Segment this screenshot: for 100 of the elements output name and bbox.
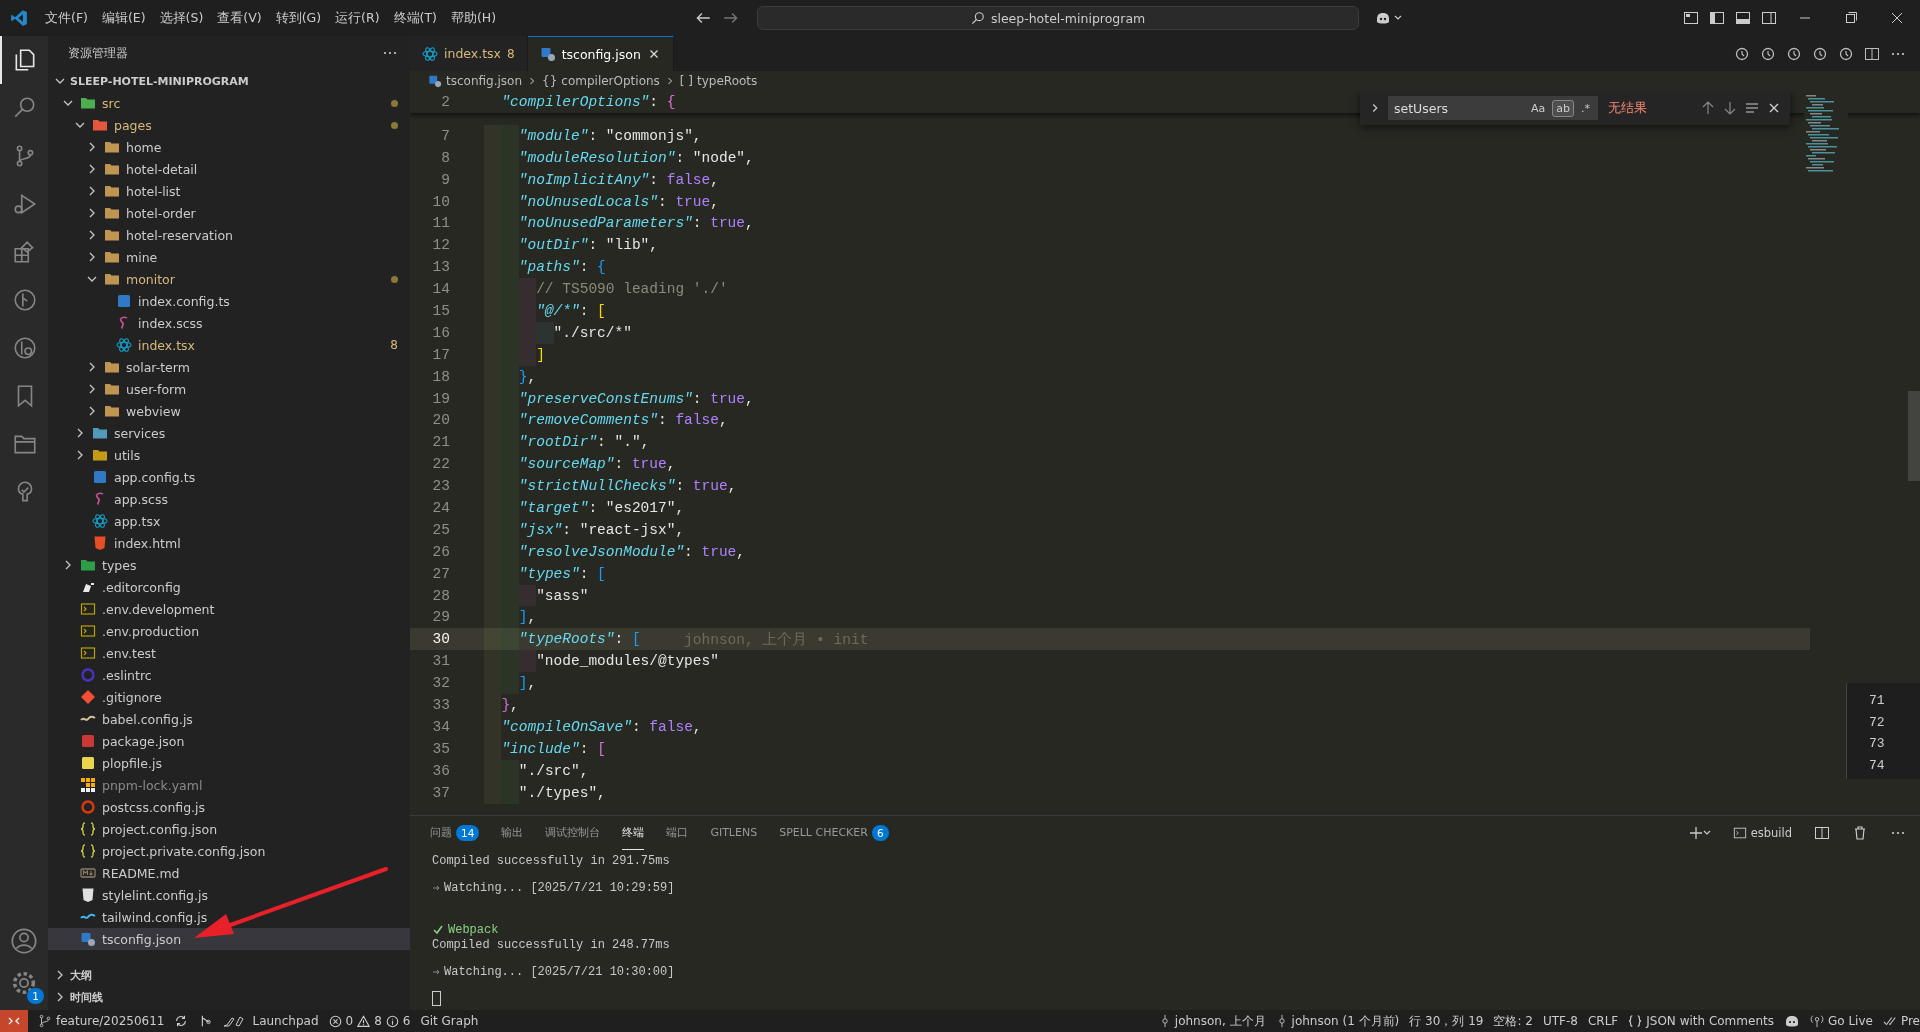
tree-item[interactable]: services [48,422,410,444]
section-header[interactable]: 时间线 [48,986,410,1008]
menu-item[interactable]: 运行(R) [328,9,387,27]
copilot-icon[interactable] [1783,1014,1800,1028]
git-graph-status[interactable]: Git Graph [420,1014,479,1028]
tree-item[interactable]: types [48,554,410,576]
problems-status[interactable]: 0 8 6 [328,1014,411,1028]
editor-tab[interactable]: tsconfig.json [527,36,674,71]
tree-item[interactable]: package.json [48,730,410,752]
language-mode[interactable]: JSON with Comments [1628,1014,1774,1028]
arrow-up-icon[interactable] [1700,100,1716,116]
tree-item[interactable]: .gitignore [48,686,410,708]
split-editor-icon[interactable] [1864,45,1880,62]
tree-item[interactable]: project.private.config.json [48,840,410,862]
tree-item[interactable]: .env.development [48,598,410,620]
find-option-toggle[interactable]: ab [1552,99,1574,117]
tree-item[interactable]: project.config.json [48,818,410,840]
tree-item[interactable]: .editorconfig [48,576,410,598]
code-line: "./src", [484,759,589,782]
line-ending-status[interactable]: CRLF [1587,1014,1619,1028]
menu-item[interactable]: 查看(V) [210,9,269,27]
panel-tab[interactable]: 输出 [501,816,524,850]
tree-item[interactable]: index.tsx 8 [48,334,410,356]
tree-item[interactable]: mine [48,246,410,268]
trash-icon[interactable] [1852,825,1868,841]
author-status[interactable]: johnson (1 个月前) [1275,1012,1400,1030]
tree-item[interactable]: src [48,92,410,114]
section-header[interactable]: 大纲 [48,964,410,986]
tree-item[interactable]: pages [48,114,410,136]
prettier-status[interactable]: Pre [1882,1014,1920,1028]
tree-item[interactable]: pnpm-lock.yaml [48,774,410,796]
arrow-down-icon[interactable] [1722,100,1738,116]
split-terminal-icon[interactable] [1814,825,1830,841]
panel-tab[interactable]: 端口 [666,816,689,850]
history-icon[interactable] [1734,45,1750,62]
tree-item[interactable]: tsconfig.json [48,928,410,950]
breadcrumb[interactable]: tsconfig.json [446,74,523,88]
tree-item[interactable]: solar-term [48,356,410,378]
menu-item[interactable]: 终端(T) [386,9,444,27]
panel-tab[interactable]: 调试控制台 [545,816,601,850]
find-input[interactable]: setUsers Aa ab .* [1388,96,1598,120]
tree-item[interactable]: webview [48,400,410,422]
cursor-position[interactable]: 行 30，列 19 [1409,1012,1484,1030]
tree-item[interactable]: user-form [48,378,410,400]
sync-icon[interactable] [174,1014,189,1028]
menu-item[interactable]: 帮助(H) [443,9,504,27]
tree-item[interactable]: home [48,136,410,158]
panel-tab[interactable]: 终端 [622,816,645,850]
launchpad-status[interactable]: Launchpad [222,1014,319,1028]
menu-item[interactable]: 编辑(E) [94,9,153,27]
line-number: 2 [440,93,450,110]
sidebar-toggle-icon[interactable] [1709,10,1725,26]
find-option-toggle[interactable]: .* [1577,99,1594,117]
tree-item[interactable]: postcss.config.js [48,796,410,818]
tree-item[interactable]: stylelint.config.js [48,884,410,906]
breadcrumb[interactable]: typeRoots [697,74,758,88]
tree-item[interactable]: .env.production [48,620,410,642]
breadcrumb[interactable]: compilerOptions [561,74,660,88]
tree-item[interactable]: index.html [48,532,410,554]
editor-tab[interactable]: index.tsx 8 [410,36,528,71]
tree-item[interactable]: hotel-order [48,202,410,224]
tree-item[interactable]: .eslintrc [48,664,410,686]
tree-item[interactable]: monitor [48,268,410,290]
scrollbar-thumb[interactable] [1908,391,1920,481]
secondary-sidebar-icon[interactable] [1761,10,1777,26]
tree-item[interactable]: tailwind.config.js [48,906,410,928]
panel-tab[interactable]: SPELL CHECKER 6 [779,816,889,850]
menu-item[interactable]: 文件(F) [38,9,95,27]
tree-item[interactable]: babel.config.js [48,708,410,730]
tree-item[interactable]: hotel-list [48,180,410,202]
tree-item[interactable]: hotel-reservation [48,224,410,246]
new-terminal-icon[interactable] [1688,825,1711,841]
panel-tab[interactable]: GITLENS [710,816,758,850]
tree-item[interactable]: README.md [48,862,410,884]
tree-item[interactable]: utils [48,444,410,466]
command-center-search[interactable]: sleep-hotel-miniprogram [757,6,1360,30]
tree-item[interactable]: hotel-detail [48,158,410,180]
workspace-folder-header[interactable]: SLEEP-HOTEL-MINIPROGRAM [48,70,410,92]
app-logo-icon [10,9,28,27]
tree-item[interactable]: plopfile.js [48,752,410,774]
go-live-button[interactable]: Go Live [1809,1014,1873,1028]
terminal-selector[interactable]: esbuild [1732,826,1792,840]
branch-status[interactable]: feature/20250611 [38,1014,165,1028]
find-option-toggle[interactable]: Aa [1527,99,1550,117]
tree-item[interactable]: app.config.ts [48,466,410,488]
tree-item[interactable]: app.scss [48,488,410,510]
layout-icon[interactable] [1683,10,1699,26]
menu-item[interactable]: 选择(S) [152,9,211,27]
tree-item[interactable]: .env.test [48,642,410,664]
indentation-status[interactable]: 空格: 2 [1493,1012,1533,1030]
menu-item[interactable]: 转到(G) [268,9,329,27]
encoding-status[interactable]: UTF-8 [1542,1014,1578,1028]
tree-item[interactable]: index.config.ts [48,290,410,312]
find-in-selection-icon[interactable] [1744,100,1760,116]
tree-item[interactable]: app.tsx [48,510,410,532]
tree-item[interactable]: index.scss [48,312,410,334]
panel-toggle-icon[interactable] [1735,10,1751,26]
account-icon[interactable] [10,927,38,955]
panel-tab[interactable]: 问题 14 [430,816,480,850]
blame-status[interactable]: johnson, 上个月 [1158,1012,1266,1030]
